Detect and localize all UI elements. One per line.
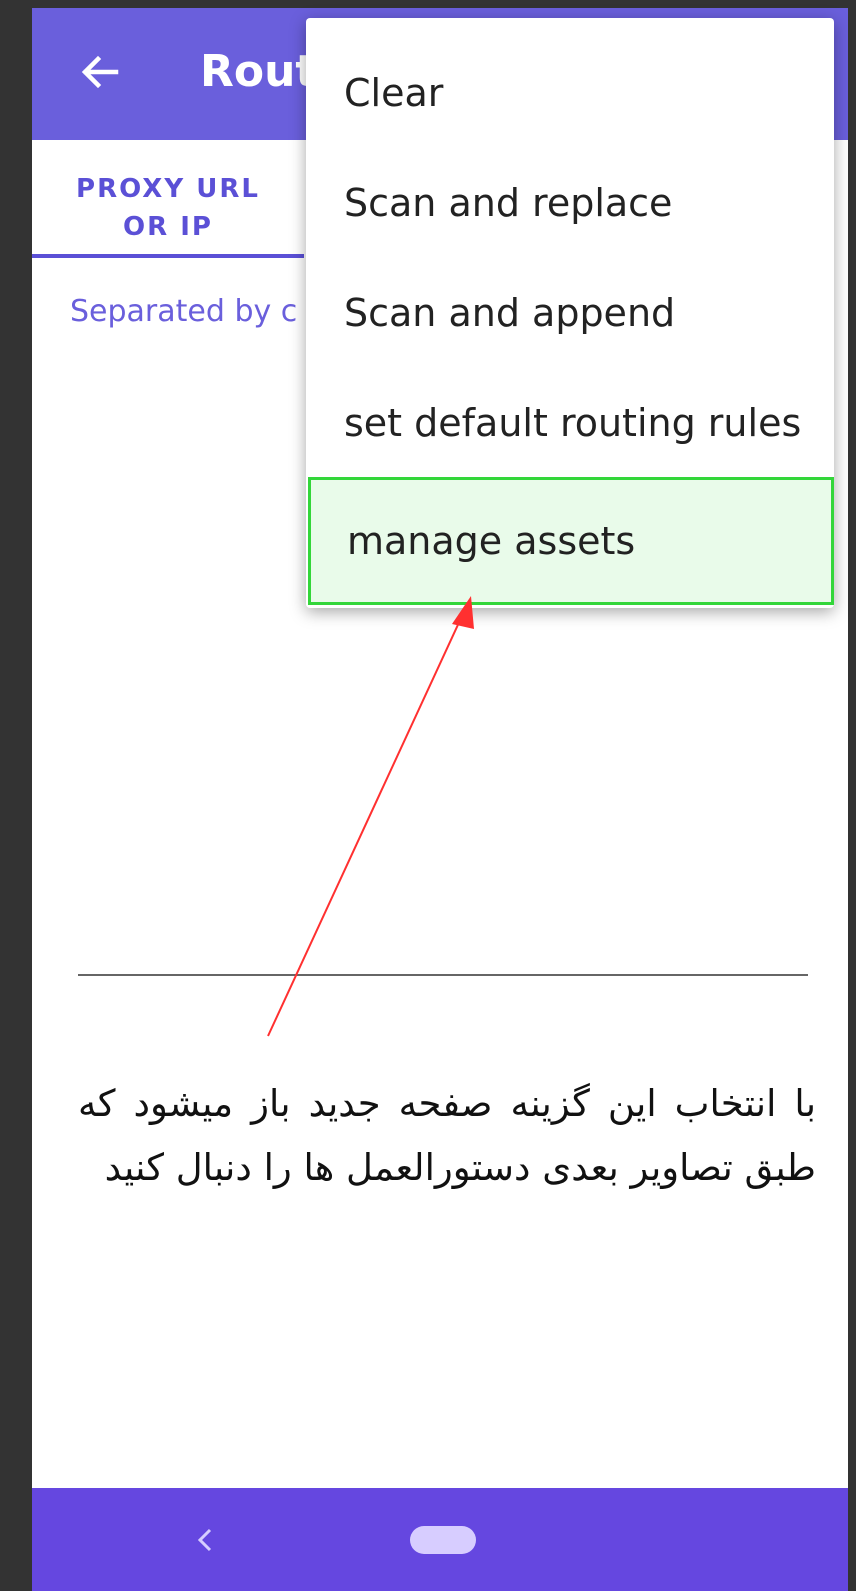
input-hint[interactable]: Separated by c (70, 294, 297, 329)
page-title: Rout (200, 46, 317, 97)
tab-label: PROXY URL OR IP (76, 174, 260, 242)
overflow-menu: Clear Scan and replace Scan and append s… (306, 18, 834, 608)
menu-item-manage-assets[interactable]: manage assets (308, 477, 834, 605)
menu-item-clear[interactable]: Clear (306, 38, 834, 148)
tab-indicator (32, 254, 304, 258)
nav-back-icon[interactable] (192, 1522, 220, 1558)
annotation-text: با انتخاب این گزینه صفحه جدید باز میشود … (78, 1082, 816, 1189)
system-nav-bar (32, 1488, 848, 1591)
menu-item-label: Scan and replace (344, 181, 673, 225)
input-underline (78, 974, 808, 976)
menu-item-label: Clear (344, 71, 444, 115)
menu-item-scan-and-replace[interactable]: Scan and replace (306, 148, 834, 258)
arrow-left-icon[interactable] (76, 48, 124, 96)
menu-item-label: manage assets (347, 519, 636, 563)
menu-item-label: set default routing rules (344, 401, 802, 445)
menu-item-label: Scan and append (344, 291, 676, 335)
menu-item-set-default-routing-rules[interactable]: set default routing rules (306, 368, 834, 478)
tab-proxy-url-or-ip[interactable]: PROXY URL OR IP (32, 140, 304, 258)
nav-home-pill[interactable] (410, 1526, 476, 1554)
menu-item-scan-and-append[interactable]: Scan and append (306, 258, 834, 368)
